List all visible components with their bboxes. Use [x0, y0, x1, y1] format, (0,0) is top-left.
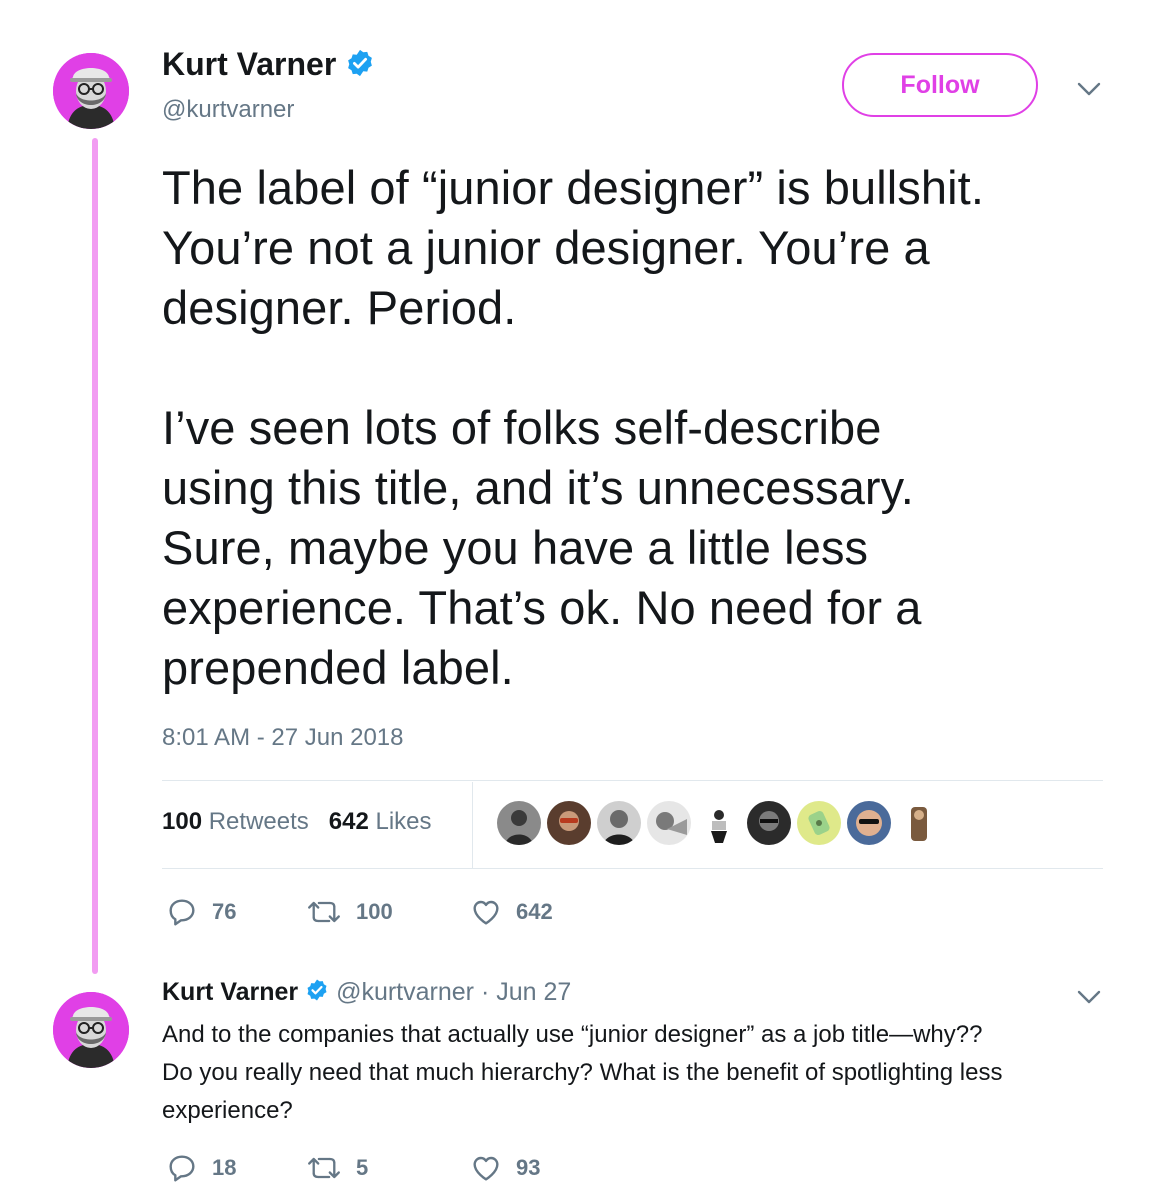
like-button[interactable]: 93 [470, 1152, 540, 1184]
tweet-line: You’re not a junior designer. You’re a [162, 221, 930, 274]
author-handle[interactable]: @kurtvarner [162, 96, 294, 124]
tweet-line: Sure, maybe you have a little less [162, 521, 869, 574]
liker-avatars [497, 801, 941, 847]
like-icon [470, 1152, 502, 1184]
chevron-down-icon[interactable] [1074, 74, 1104, 104]
reply-button[interactable]: 76 [166, 896, 306, 928]
verified-badge-icon [345, 48, 375, 86]
retweet-button[interactable]: 5 [306, 1152, 470, 1184]
tweet-line: I’ve seen lots of folks self-describe [162, 401, 882, 454]
reply-line: Do you really need that much hierarchy? … [162, 1059, 1003, 1086]
retweet-button[interactable]: 100 [306, 896, 470, 928]
reply-meta-separator: · [480, 978, 490, 1007]
tweet-line: prepended label. [162, 641, 514, 694]
retweets-label: Retweets [208, 808, 309, 835]
verified-badge-icon [305, 978, 329, 1009]
retweet-icon [306, 1152, 342, 1184]
reply-author-avatar[interactable] [53, 992, 129, 1068]
author-name[interactable]: Kurt Varner [162, 46, 375, 86]
follow-button[interactable]: Follow [842, 53, 1038, 117]
liker-avatar[interactable] [647, 801, 691, 845]
reply-button[interactable]: 18 [166, 1152, 306, 1184]
liker-avatar[interactable] [797, 801, 841, 845]
retweet-count: 5 [356, 1155, 369, 1180]
liker-avatar[interactable] [697, 801, 741, 845]
stats-divider-top [162, 780, 1103, 781]
reply-count: 76 [212, 899, 237, 924]
main-tweet-actions: 76 100 642 [166, 896, 553, 928]
author-name-text: Kurt Varner [162, 46, 337, 82]
liker-avatar[interactable] [547, 801, 591, 845]
stats-divider-bottom [162, 868, 1103, 869]
reply-count: 18 [212, 1155, 237, 1180]
liker-avatar[interactable] [747, 801, 791, 845]
reply-body: And to the companies that actually use “… [162, 1016, 1122, 1130]
engagement-stats: 100 Retweets 642 Likes [162, 808, 432, 836]
tweet-line: using this title, and it’s unnecessary. [162, 461, 914, 514]
reply-line: And to the companies that actually use “… [162, 1021, 983, 1048]
thread-connector-line [92, 138, 98, 974]
tweet-line: experience. That’s ok. No need for a [162, 581, 922, 634]
reply-date[interactable]: Jun 27 [496, 978, 571, 1006]
liker-avatar[interactable] [497, 801, 541, 845]
liker-avatar[interactable] [897, 801, 941, 845]
retweet-count: 100 [356, 899, 393, 924]
reply-author-name[interactable]: Kurt Varner [162, 978, 298, 1006]
reply-author-handle[interactable]: @kurtvarner [336, 978, 474, 1006]
likes-stat[interactable]: 642 Likes [329, 808, 432, 836]
tweet-line: The label of “junior designer” is bullsh… [162, 161, 984, 214]
author-avatar[interactable] [53, 53, 129, 129]
reply-icon [166, 896, 198, 928]
stats-separator [472, 782, 473, 868]
retweets-stat[interactable]: 100 Retweets [162, 808, 309, 836]
reply-author-header: Kurt Varner @kurtvarner · Jun 27 [162, 978, 571, 1009]
like-count: 642 [516, 899, 553, 924]
tweet-timestamp[interactable]: 8:01 AM - 27 Jun 2018 [162, 724, 404, 752]
retweets-count: 100 [162, 808, 203, 835]
reply-line: experience? [162, 1097, 293, 1124]
chevron-down-icon[interactable] [1074, 982, 1104, 1012]
liker-avatar[interactable] [847, 801, 891, 845]
reply-icon [166, 1152, 198, 1184]
reply-tweet-actions: 18 5 93 [166, 1152, 540, 1184]
like-count: 93 [516, 1155, 541, 1180]
tweet-body: The label of “junior designer” is bullsh… [162, 158, 1122, 698]
likes-label: Likes [375, 808, 432, 835]
liker-avatar[interactable] [597, 801, 641, 845]
like-icon [470, 896, 502, 928]
retweet-icon [306, 896, 342, 928]
tweet-line: designer. Period. [162, 281, 517, 334]
like-button[interactable]: 642 [470, 896, 553, 928]
likes-count: 642 [328, 808, 369, 835]
